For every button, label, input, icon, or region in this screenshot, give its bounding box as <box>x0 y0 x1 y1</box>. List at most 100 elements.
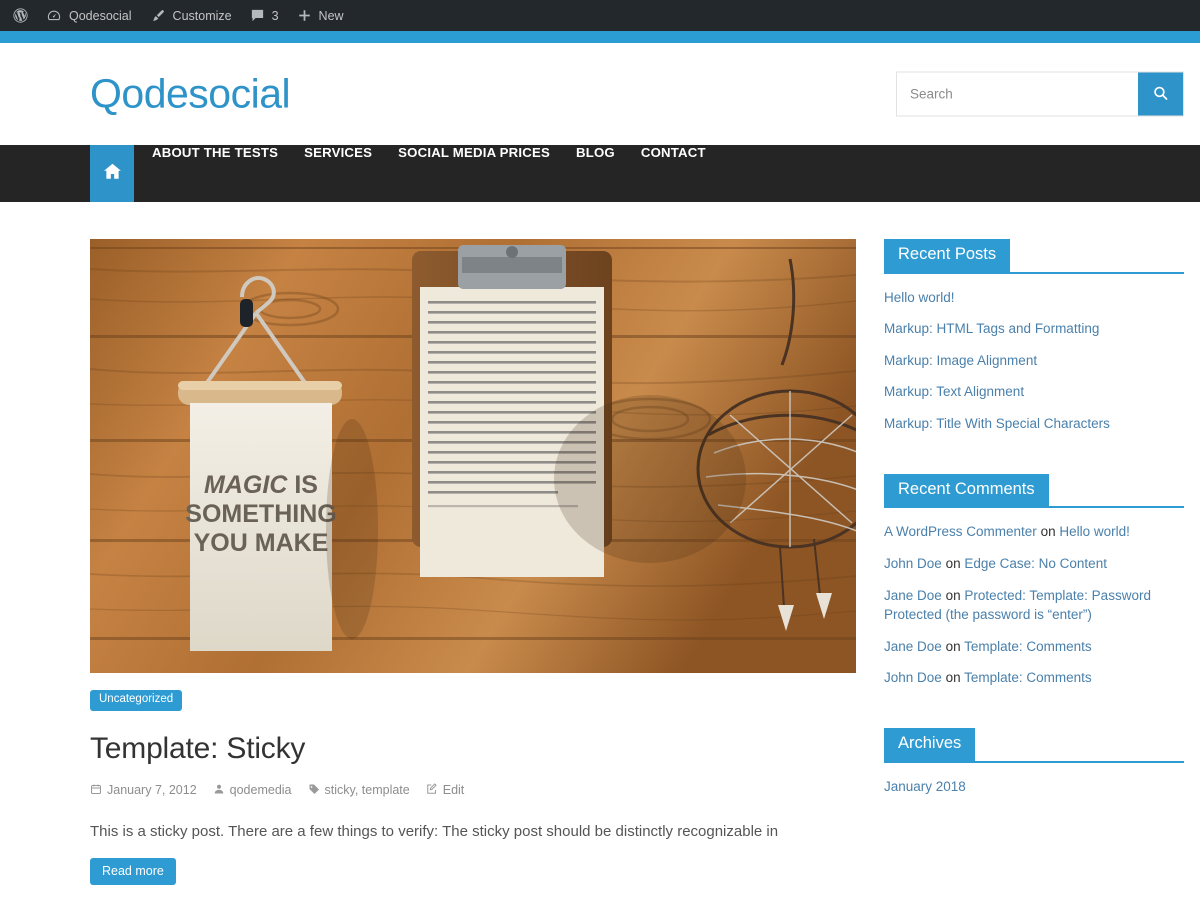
admin-bar-customize[interactable]: Customize <box>141 0 241 31</box>
post-date-label: January 7, 2012 <box>107 783 197 797</box>
search-input[interactable] <box>897 72 1138 116</box>
pencil-edit-icon <box>426 782 438 798</box>
comment-bubble-icon <box>250 8 265 23</box>
comment-author-link[interactable]: Jane Doe <box>884 588 942 603</box>
site-title[interactable]: Qodesocial <box>90 71 291 118</box>
search-form <box>896 71 1184 117</box>
comment-post-link[interactable]: Template: Comments <box>964 639 1092 654</box>
post-edit: Edit <box>426 782 465 798</box>
home-icon <box>102 161 123 187</box>
widget-archives-title: Archives <box>884 727 976 761</box>
widget-recent-comments: Recent Comments A WordPress Commenter on… <box>884 473 1184 688</box>
nav-item-contact[interactable]: CONTACT <box>628 145 719 160</box>
tag-icon <box>308 783 320 798</box>
sidebar: Recent Posts Hello world! Markup: HTML T… <box>884 202 1184 885</box>
widget-title-rule <box>884 506 1184 509</box>
post-date: January 7, 2012 <box>90 783 197 798</box>
list-item: Markup: Title With Special Characters <box>884 414 1184 434</box>
admin-bar-new-label: New <box>318 8 344 23</box>
recent-post-link[interactable]: Markup: Title With Special Characters <box>884 416 1110 431</box>
paintbrush-icon <box>150 8 166 24</box>
nav-item-blog[interactable]: BLOG <box>563 145 628 160</box>
comment-on-word: on <box>945 638 961 654</box>
accent-top-strip <box>0 31 1200 43</box>
admin-bar-customize-label: Customize <box>172 8 232 23</box>
recent-post-link[interactable]: Markup: Text Alignment <box>884 384 1024 399</box>
admin-bar-wordpress-logo[interactable] <box>4 0 37 31</box>
widget-recent-posts: Recent Posts Hello world! Markup: HTML T… <box>884 239 1184 434</box>
nav-item: CONTACT <box>628 145 719 202</box>
post-tags: sticky, template <box>308 783 410 798</box>
recent-post-link[interactable]: Markup: HTML Tags and Formatting <box>884 321 1099 336</box>
list-item: Markup: Image Alignment <box>884 351 1184 371</box>
admin-bar-comments-count: 3 <box>271 8 279 23</box>
list-item: Jane Doe on Template: Comments <box>884 637 1184 657</box>
post-edit-label[interactable]: Edit <box>443 783 465 797</box>
recent-comments-list: A WordPress Commenter on Hello world! Jo… <box>884 522 1184 687</box>
comment-on-word: on <box>1040 524 1056 540</box>
nav-item-about-the-tests[interactable]: ABOUT THE TESTS <box>134 145 291 160</box>
read-more-button[interactable]: Read more <box>90 857 176 885</box>
list-item: Hello world! <box>884 288 1184 308</box>
widget-title-rule <box>884 760 1184 763</box>
list-item: Jane Doe on Protected: Template: Passwor… <box>884 586 1184 625</box>
archives-list: January 2018 <box>884 777 1184 797</box>
svg-text:SOMETHING: SOMETHING <box>185 500 336 528</box>
list-item: A WordPress Commenter on Hello world! <box>884 522 1184 542</box>
comment-author-link[interactable]: John Doe <box>884 670 942 685</box>
comment-author-link[interactable]: John Doe <box>884 556 942 571</box>
list-item: John Doe on Edge Case: No Content <box>884 554 1184 574</box>
site-header: Qodesocial <box>0 43 1200 145</box>
list-item: John Doe on Template: Comments <box>884 668 1184 688</box>
nav-item: ABOUT THE TESTS <box>134 145 291 202</box>
archive-link[interactable]: January 2018 <box>884 779 966 794</box>
post-author-label[interactable]: qodemedia <box>230 783 292 797</box>
nav-item: SOCIAL MEDIA PRICES <box>385 145 563 202</box>
comment-post-link[interactable]: Hello world! <box>1059 524 1130 539</box>
post-meta: January 7, 2012 qodemedia sticky, templa… <box>90 782 856 798</box>
search-submit-button[interactable] <box>1138 72 1183 116</box>
nav-item: SERVICES <box>291 145 385 202</box>
post-featured-image[interactable]: MAGIC IS SOMETHING YOU MAKE <box>90 239 856 673</box>
search-icon <box>1152 84 1169 104</box>
widget-recent-comments-title: Recent Comments <box>884 473 1049 507</box>
user-icon <box>213 783 225 798</box>
recent-post-link[interactable]: Markup: Image Alignment <box>884 353 1037 368</box>
list-item: Markup: Text Alignment <box>884 382 1184 402</box>
comment-post-link[interactable]: Edge Case: No Content <box>964 556 1107 571</box>
admin-bar-comments[interactable]: 3 <box>241 0 288 31</box>
dashboard-speedometer-icon <box>46 8 62 24</box>
svg-text:MAGIC IS: MAGIC IS <box>204 471 318 499</box>
widget-archives: Archives January 2018 <box>884 727 1184 797</box>
nav-menu-list: ABOUT THE TESTS SERVICES SOCIAL MEDIA PR… <box>134 145 719 202</box>
post-author: qodemedia <box>213 783 292 798</box>
comment-author-link[interactable]: Jane Doe <box>884 639 942 654</box>
admin-bar-new[interactable]: New <box>288 0 353 31</box>
nav-home-link[interactable] <box>90 145 134 202</box>
comment-on-word: on <box>945 587 961 603</box>
list-item: Markup: HTML Tags and Formatting <box>884 319 1184 339</box>
main-navigation: ABOUT THE TESTS SERVICES SOCIAL MEDIA PR… <box>0 145 1200 202</box>
recent-posts-list: Hello world! Markup: HTML Tags and Forma… <box>884 288 1184 434</box>
post-category-badge[interactable]: Uncategorized <box>90 690 183 711</box>
comment-on-word: on <box>945 555 961 571</box>
recent-post-link[interactable]: Hello world! <box>884 290 955 305</box>
widget-title-rule <box>884 271 1184 274</box>
comment-on-word: on <box>945 670 961 686</box>
nav-item: BLOG <box>563 145 628 202</box>
wp-admin-bar: Qodesocial Customize 3 New <box>0 0 1200 31</box>
post-excerpt: This is a sticky post. There are a few t… <box>90 822 779 840</box>
admin-bar-site-name[interactable]: Qodesocial <box>37 0 141 31</box>
comment-post-link[interactable]: Template: Comments <box>964 670 1092 685</box>
admin-bar-site-name-label: Qodesocial <box>69 8 132 23</box>
nav-item-services[interactable]: SERVICES <box>291 145 385 160</box>
post-tags-label[interactable]: sticky, template <box>325 783 410 797</box>
plus-icon <box>297 8 312 23</box>
svg-text:YOU MAKE: YOU MAKE <box>194 529 329 557</box>
calendar-icon <box>90 783 102 798</box>
wordpress-logo-icon <box>12 7 29 24</box>
page-wrapper: MAGIC IS SOMETHING YOU MAKE Uncategorize… <box>0 202 1200 885</box>
main-content: MAGIC IS SOMETHING YOU MAKE Uncategorize… <box>90 202 856 885</box>
comment-author-link[interactable]: A WordPress Commenter <box>884 524 1037 539</box>
nav-item-social-media-prices[interactable]: SOCIAL MEDIA PRICES <box>385 145 563 160</box>
